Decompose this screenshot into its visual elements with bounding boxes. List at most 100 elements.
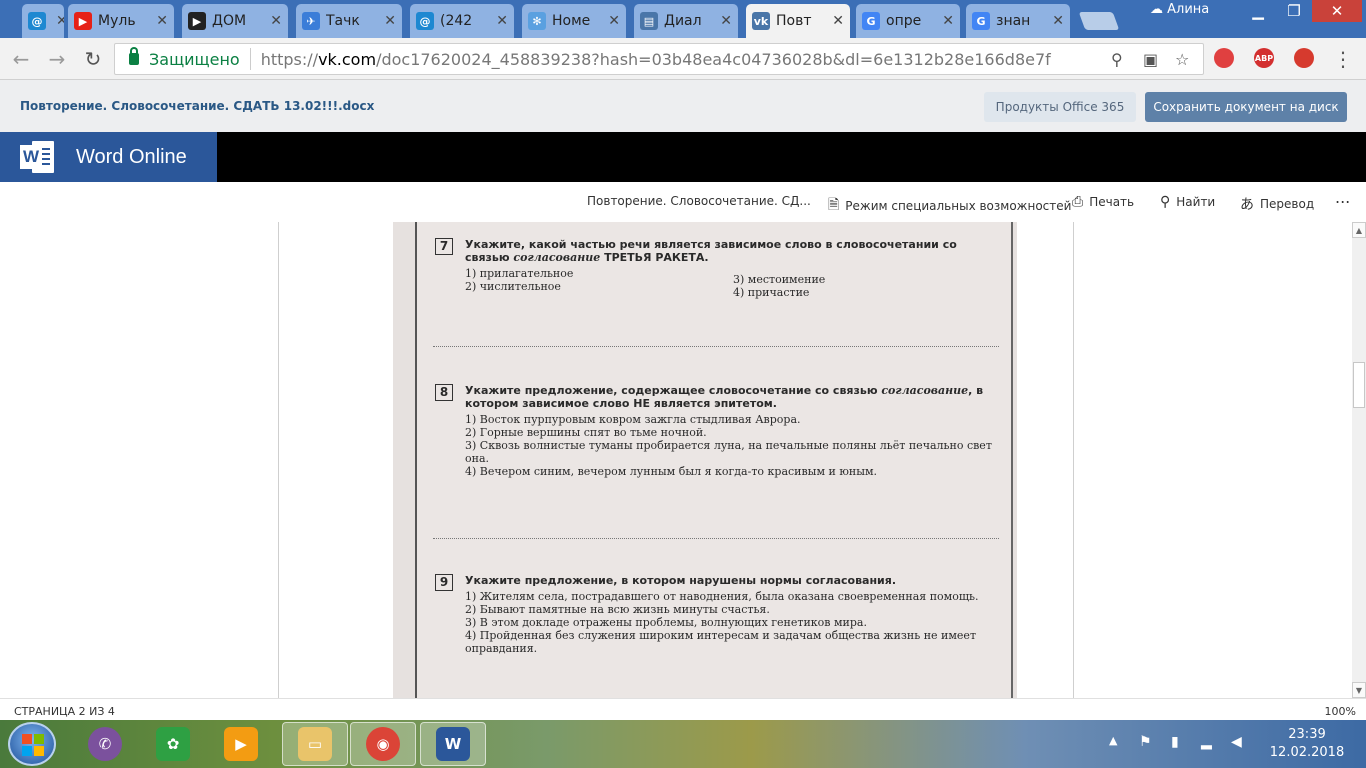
question-prompt: Укажите предложение, в котором нарушены … — [465, 574, 897, 587]
question-8: 8 Укажите предложение, содержащее словос… — [435, 384, 1001, 478]
save-to-disk-button[interactable]: Сохранить документ на диск — [1145, 92, 1347, 122]
option: 2) числительное — [465, 280, 561, 293]
new-tab-button[interactable] — [1078, 12, 1120, 30]
option: 1) Восток пурпуровым ковром зажгла стыдл… — [465, 413, 801, 426]
close-tab-icon[interactable]: ✕ — [608, 13, 620, 29]
taskbar-app-1[interactable]: ✆ — [72, 722, 138, 766]
show-hidden-icons-icon[interactable]: ▲ — [1109, 734, 1117, 747]
option: 2) Бывают памятные на всю жизнь минуты с… — [465, 603, 770, 616]
vertical-scrollbar[interactable]: ▲ ▼ — [1352, 222, 1366, 698]
lock-icon — [129, 47, 139, 65]
shield-stop-icon[interactable] — [1294, 48, 1314, 68]
doc-name-label: Повторение. Словосочетание. СД... — [587, 194, 811, 208]
tab-title: знан — [996, 13, 1031, 29]
clock-time: 23:39 — [1288, 727, 1326, 742]
profile-name: Алина — [1167, 2, 1210, 17]
viber-icon: ✆ — [88, 727, 122, 761]
back-arrow-icon[interactable]: ← — [8, 46, 34, 72]
printer-icon: ⎙ — [1072, 194, 1084, 210]
browser-menu-icon[interactable]: ⋮ — [1330, 46, 1356, 72]
translate-button[interactable]: あ Перевод — [1240, 194, 1314, 214]
tab-8[interactable]: vk Повт ✕ — [746, 4, 850, 38]
option: 3) В этом докладе отражены проблемы, вол… — [465, 616, 867, 629]
word-brand[interactable]: W Word Online — [0, 132, 217, 182]
scroll-down-icon[interactable]: ▼ — [1352, 682, 1366, 698]
close-tab-icon[interactable]: ✕ — [270, 13, 282, 29]
close-tab-icon[interactable]: ✕ — [720, 13, 732, 29]
scroll-thumb[interactable] — [1353, 362, 1365, 408]
url-path: /doc17620024_458839238?hash=03b48ea4c047… — [376, 49, 1051, 69]
tab-title: Муль — [98, 13, 136, 29]
tab-title: (242 — [440, 13, 473, 29]
taskbar-app-3[interactable]: ▶ — [208, 722, 274, 766]
windows-start-icon[interactable] — [8, 722, 56, 766]
close-tab-icon[interactable]: ✕ — [496, 13, 508, 29]
print-button[interactable]: ⎙ Печать — [1072, 194, 1134, 210]
google-icon: G — [862, 12, 880, 30]
action-center-flag-icon[interactable]: ⚑ — [1139, 734, 1152, 750]
system-clock[interactable]: 23:39 12.02.2018 — [1262, 726, 1352, 762]
minimize-icon[interactable]: ▁ — [1240, 0, 1276, 22]
translate-page-icon[interactable]: ▣ — [1143, 50, 1158, 69]
url-text[interactable]: https://vk.com/doc17620024_458839238?has… — [261, 50, 1051, 69]
tab-2[interactable]: ▶ Муль ✕ — [68, 4, 174, 38]
profile-button[interactable]: ☁ Алина — [1150, 2, 1209, 17]
find-button[interactable]: ⚲ Найти — [1160, 194, 1215, 210]
tab-6[interactable]: ✻ Номе ✕ — [522, 4, 626, 38]
print-label: Печать — [1089, 195, 1135, 209]
close-tab-icon[interactable]: ✕ — [156, 13, 168, 29]
question-7: 7 Укажите, какой частью речи является за… — [435, 238, 1001, 299]
tab-4[interactable]: ✈ Тачк ✕ — [296, 4, 402, 38]
option: 3) Сквозь волнистые туманы пробирается л… — [465, 439, 992, 465]
close-window-icon[interactable]: ✕ — [1312, 0, 1362, 22]
bookmark-star-icon[interactable]: ☆ — [1175, 50, 1189, 69]
network-icon[interactable]: ▂ — [1201, 734, 1212, 750]
close-tab-icon[interactable]: ✕ — [1052, 13, 1064, 29]
vk-document-header: Повторение. Словосочетание. СДАТЬ 13.02!… — [0, 80, 1366, 132]
restore-icon[interactable]: ❐ — [1276, 0, 1312, 22]
taskbar-app-2[interactable]: ✿ — [140, 722, 206, 766]
media-player-icon: ▶ — [224, 727, 258, 761]
tab-5[interactable]: @ (242 ✕ — [410, 4, 514, 38]
word-icon: W — [436, 727, 470, 761]
option: 4) причастие — [733, 286, 810, 299]
zoom-level[interactable]: 100% — [1325, 705, 1356, 718]
target-icon[interactable] — [1214, 48, 1234, 68]
reload-icon[interactable]: ↻ — [80, 46, 106, 72]
url-host: vk.com — [318, 49, 377, 69]
taskbar-app-4[interactable]: ▭ — [282, 722, 348, 766]
tab-1[interactable]: @ ✕ — [22, 4, 64, 38]
tab-title: Номе — [552, 13, 591, 29]
accessibility-mode-button[interactable]: 🗎 Режим специальных возможностей — [828, 194, 1071, 218]
word-online-header: W Word Online — [0, 132, 1366, 182]
scanned-worksheet-image: 7 Укажите, какой частью речи является за… — [393, 222, 1017, 698]
office-products-button[interactable]: Продукты Office 365 — [984, 92, 1136, 122]
close-tab-icon[interactable]: ✕ — [942, 13, 954, 29]
question-number: 7 — [435, 238, 453, 255]
tab-title: Повт — [776, 13, 812, 29]
power-icon[interactable]: ▮ — [1171, 734, 1179, 750]
file-explorer-icon: ▭ — [298, 727, 332, 761]
word-logo-icon: W — [20, 140, 56, 174]
gear-icon: ✻ — [528, 12, 546, 30]
more-icon: ... — [1335, 188, 1351, 207]
tab-7[interactable]: ▤ Диал ✕ — [634, 4, 738, 38]
zoom-search-icon[interactable]: ⚲ — [1111, 50, 1123, 69]
forward-arrow-icon[interactable]: → — [44, 46, 70, 72]
more-options-button[interactable]: ... — [1335, 188, 1350, 207]
secure-label: Защищено — [149, 49, 240, 69]
close-tab-icon[interactable]: ✕ — [56, 13, 64, 29]
tab-9[interactable]: Gопре ✕ — [856, 4, 960, 38]
taskbar-app-6[interactable]: W — [420, 722, 486, 766]
option: 2) Горные вершины спят во тьме ночной. — [465, 426, 707, 439]
scroll-up-icon[interactable]: ▲ — [1352, 222, 1366, 238]
close-tab-icon[interactable]: ✕ — [384, 13, 396, 29]
address-bar[interactable]: Защищено https://vk.com/doc17620024_4588… — [114, 43, 1204, 75]
doc-name-command[interactable]: Повторение. Словосочетание. СД... — [587, 194, 811, 208]
close-tab-icon[interactable]: ✕ — [832, 13, 844, 29]
taskbar-app-5[interactable]: ◉ — [350, 722, 416, 766]
tab-3[interactable]: ▶ ДОМ ✕ — [182, 4, 288, 38]
volume-icon[interactable]: ◀ — [1231, 734, 1242, 750]
adblock-icon[interactable]: ABP — [1254, 48, 1274, 68]
tab-10[interactable]: Gзнан ✕ — [966, 4, 1070, 38]
